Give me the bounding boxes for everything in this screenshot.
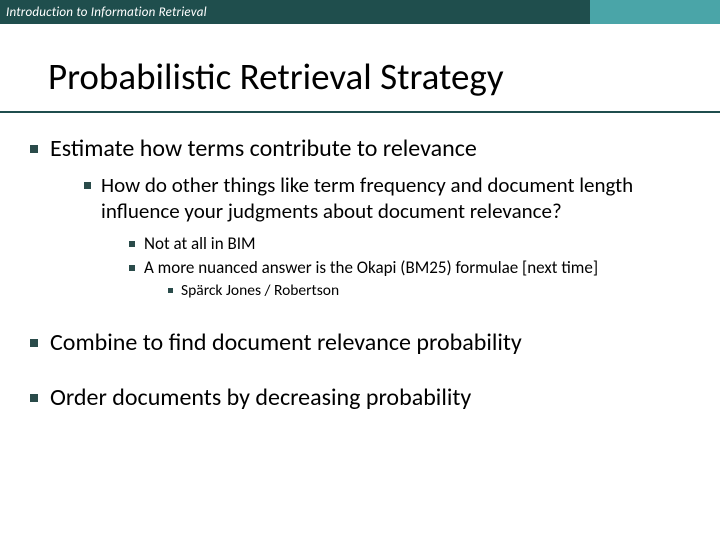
slide-title: Probabilistic Retrieval Strategy <box>48 54 720 99</box>
bullet-text: Not at all in BIM <box>144 233 256 254</box>
bullet-level3: A more nuanced answer is the Okapi (BM25… <box>129 257 690 301</box>
bullet-level2: How do other things like term frequency … <box>84 173 690 303</box>
bullet-level1: Estimate how terms contribute to relevan… <box>30 135 690 303</box>
header-text: Introduction to Information Retrieval <box>0 5 207 20</box>
bullet-text: Spärck Jones / Robertson <box>181 281 339 300</box>
bullet-text: A more nuanced answer is the Okapi (BM25… <box>144 257 598 278</box>
bullet-icon <box>129 241 135 247</box>
bullet-level4: Spärck Jones / Robertson <box>168 281 690 300</box>
bullet-text: Order documents by decreasing probabilit… <box>50 384 471 412</box>
slide-body: Estimate how terms contribute to relevan… <box>0 113 720 412</box>
header-bar: Introduction to Information Retrieval <box>0 0 720 24</box>
bullet-icon <box>168 288 173 293</box>
bullet-icon <box>30 339 38 347</box>
bullet-level3: Not at all in BIM <box>129 233 690 254</box>
title-area: Probabilistic Retrieval Strategy <box>0 24 720 105</box>
slide: Introduction to Information Retrieval Pr… <box>0 0 720 540</box>
bullet-text: Estimate how terms contribute to relevan… <box>50 134 477 163</box>
bullet-level1: Combine to find document relevance proba… <box>30 329 690 357</box>
bullet-icon <box>84 182 91 189</box>
bullet-text: Combine to find document relevance proba… <box>50 329 522 357</box>
bullet-level1: Order documents by decreasing probabilit… <box>30 384 690 412</box>
bullet-icon <box>129 265 135 271</box>
bullet-text: How do other things like term frequency … <box>101 172 633 224</box>
bullet-icon <box>30 145 38 153</box>
header-accent <box>590 0 720 24</box>
bullet-icon <box>30 394 38 402</box>
